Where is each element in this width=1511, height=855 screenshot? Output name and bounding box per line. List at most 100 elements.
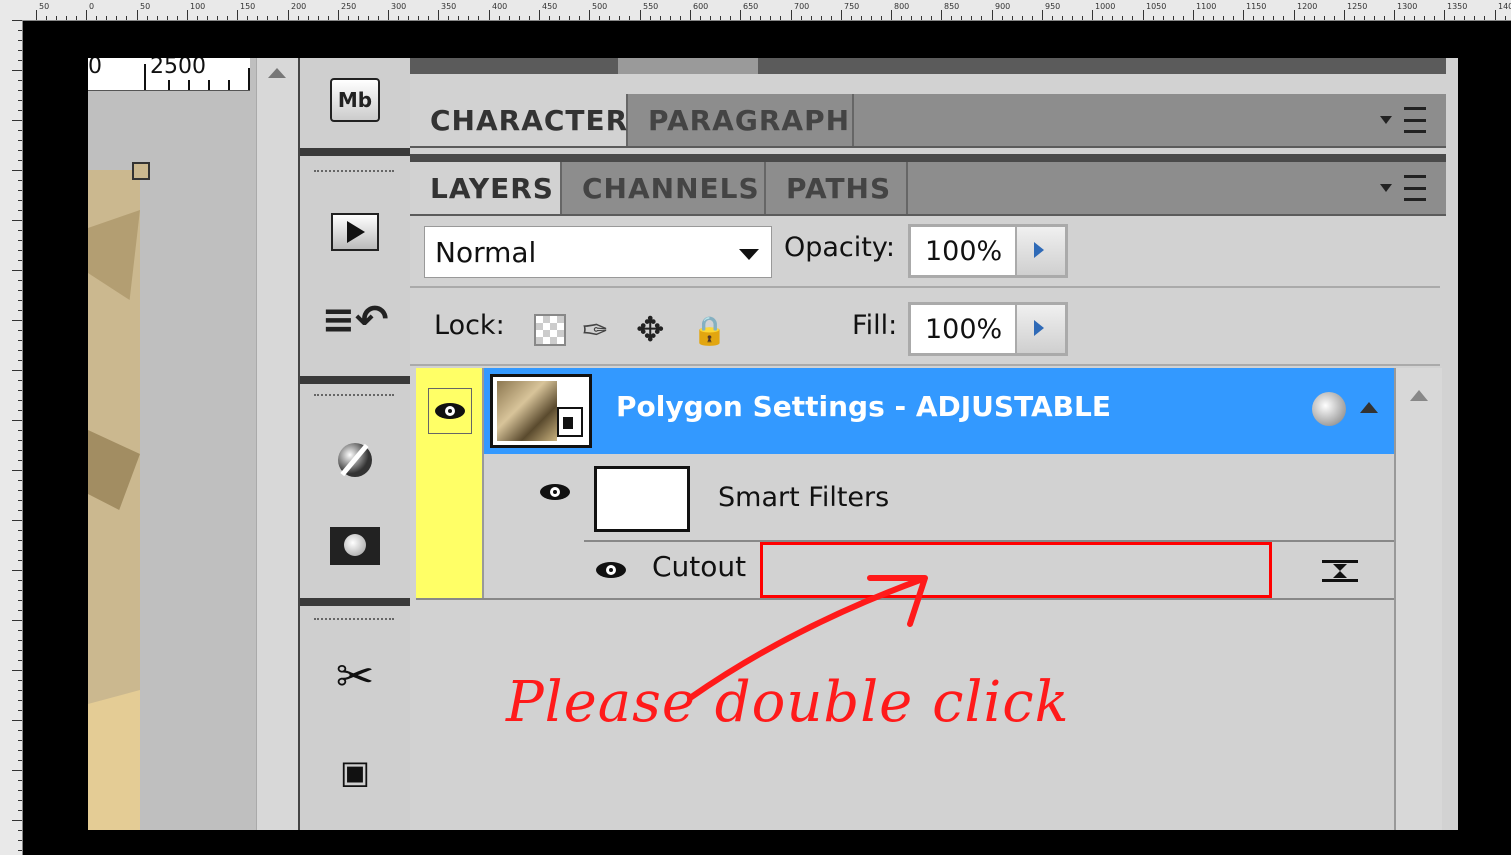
ruler-label: 150	[240, 2, 256, 11]
fill-value: 100%	[925, 313, 1003, 345]
tab-channels[interactable]: CHANNELS	[562, 162, 766, 214]
smart-filter-badge-icon[interactable]	[1312, 392, 1346, 426]
blend-mode-value: Normal	[435, 235, 537, 269]
actions-play-icon[interactable]	[328, 210, 382, 254]
panel-menu-arrow-icon[interactable]	[1380, 116, 1392, 124]
ruler-tick	[891, 10, 892, 20]
mask-icon[interactable]	[328, 524, 382, 568]
transform-handle[interactable]	[132, 162, 150, 180]
lock-position-icon[interactable]: ✥	[636, 310, 665, 350]
ruler-label: 450	[542, 2, 558, 11]
ruler-label: 50	[140, 2, 151, 11]
tab-character[interactable]: CHARACTER	[410, 94, 628, 146]
tools-icon[interactable]: ✂	[328, 653, 382, 699]
lock-image-pixels-icon[interactable]: ✑	[582, 311, 609, 349]
tab-paragraph[interactable]: PARAGRAPH	[628, 94, 854, 146]
ruler-tick	[690, 10, 691, 20]
chevron-down-icon	[739, 249, 759, 260]
mini-bridge-icon[interactable]: Mb	[328, 78, 382, 122]
mini-bridge-label: Mb	[330, 78, 380, 122]
ruler-tick	[1294, 10, 1295, 20]
lock-all-icon[interactable]: 🔒	[692, 314, 727, 347]
ruler-tick	[740, 10, 741, 20]
ruler-tick	[1444, 10, 1445, 20]
ruler-tick	[1495, 10, 1496, 20]
fill-label: Fill:	[852, 310, 898, 341]
layer-visibility-toggle[interactable]	[428, 388, 472, 434]
ruler-label: 50	[39, 2, 50, 11]
layers-menu-arrow-icon[interactable]	[1380, 184, 1392, 192]
ruler-tick	[187, 10, 188, 20]
layer-row-selected[interactable]: Polygon Settings - ADJUSTABLE	[484, 368, 1394, 454]
layer-visibility-column	[416, 368, 484, 598]
lock-label: Lock:	[434, 310, 505, 341]
eye-icon[interactable]	[540, 484, 570, 500]
ruler-tick	[36, 10, 37, 20]
tab-paths[interactable]: PATHS	[766, 162, 908, 214]
ruler-tick	[589, 10, 590, 20]
ruler-tick	[86, 10, 87, 20]
panel-menu-icon[interactable]	[1392, 107, 1426, 133]
ruler-label: 550	[643, 2, 659, 11]
scroll-up-arrow-icon[interactable]	[268, 68, 286, 78]
ruler-tick	[489, 10, 490, 20]
eye-icon[interactable]	[596, 562, 626, 578]
ruler-tick	[539, 10, 540, 20]
canvas-scrollbar[interactable]	[256, 58, 299, 830]
scroll-up-arrow-icon[interactable]	[1410, 390, 1428, 401]
ruler-label: 1100	[1196, 2, 1217, 11]
ruler-label: 800	[894, 2, 910, 11]
ruler-label: 850	[944, 2, 960, 11]
ruler-tick	[640, 10, 641, 20]
lock-transparent-pixels-icon[interactable]	[534, 314, 566, 346]
ruler-label: 0	[89, 2, 95, 11]
ruler-label: 400	[492, 2, 508, 11]
canvas-ruler: 0 2500	[88, 58, 250, 91]
layers-scrollbar[interactable]	[1394, 368, 1442, 830]
ruler-tick	[1193, 10, 1194, 20]
collapse-triangle-icon[interactable]	[1360, 402, 1378, 413]
opacity-value: 100%	[925, 235, 1003, 267]
fill-field[interactable]: 100%	[908, 302, 1068, 356]
ruler-tick	[438, 10, 439, 20]
ruler-label: 350	[441, 2, 457, 11]
ruler-label: 1350	[1447, 2, 1468, 11]
opacity-field[interactable]: 100%	[908, 224, 1068, 278]
ruler-label: 1000	[1095, 2, 1116, 11]
3d-cube-icon[interactable]: ▣	[328, 750, 382, 794]
ruler-label: 950	[1045, 2, 1061, 11]
opacity-label: Opacity:	[784, 232, 895, 263]
ruler-label: 200	[291, 2, 307, 11]
layers-tabbar: LAYERS CHANNELS PATHS	[410, 162, 1446, 216]
ruler-label: 600	[693, 2, 709, 11]
ruler-tick	[1243, 10, 1244, 20]
fill-slider-arrow-icon[interactable]	[1015, 305, 1065, 353]
ruler-tick	[1394, 10, 1395, 20]
blending-options-icon[interactable]	[1322, 558, 1358, 584]
character-paragraph-tabbar: CHARACTER PARAGRAPH	[410, 94, 1446, 148]
eye-icon	[435, 403, 465, 419]
smart-filters-row[interactable]: Smart Filters	[484, 454, 1394, 542]
opacity-slider-arrow-icon[interactable]	[1015, 227, 1065, 275]
brush-preset-icon[interactable]	[328, 438, 382, 482]
smart-filter-mask-thumbnail[interactable]	[594, 466, 690, 532]
layers-menu-icon[interactable]	[1392, 175, 1426, 201]
blend-mode-select[interactable]: Normal	[424, 226, 772, 278]
panel-icon-dock: Mb ≡↶ ✂ ▣	[298, 58, 413, 830]
ruler-tick	[137, 10, 138, 20]
ruler-tick	[288, 10, 289, 20]
ruler-label: 700	[794, 2, 810, 11]
tab-layers[interactable]: LAYERS	[410, 162, 562, 214]
history-icon[interactable]: ≡↶	[321, 298, 388, 342]
ruler-tick	[388, 10, 389, 20]
ruler-tick	[237, 10, 238, 20]
smart-filters-label: Smart Filters	[718, 482, 890, 513]
canvas-ruler-number: 2500	[150, 58, 206, 79]
ruler-label: 1250	[1347, 2, 1368, 11]
ruler-tick	[941, 10, 942, 20]
ruler-label: 1150	[1246, 2, 1267, 11]
layer-name[interactable]: Polygon Settings - ADJUSTABLE	[616, 390, 1111, 423]
ruler-label: 300	[391, 2, 407, 11]
ruler-label: 650	[743, 2, 759, 11]
layer-thumbnail	[490, 374, 592, 448]
